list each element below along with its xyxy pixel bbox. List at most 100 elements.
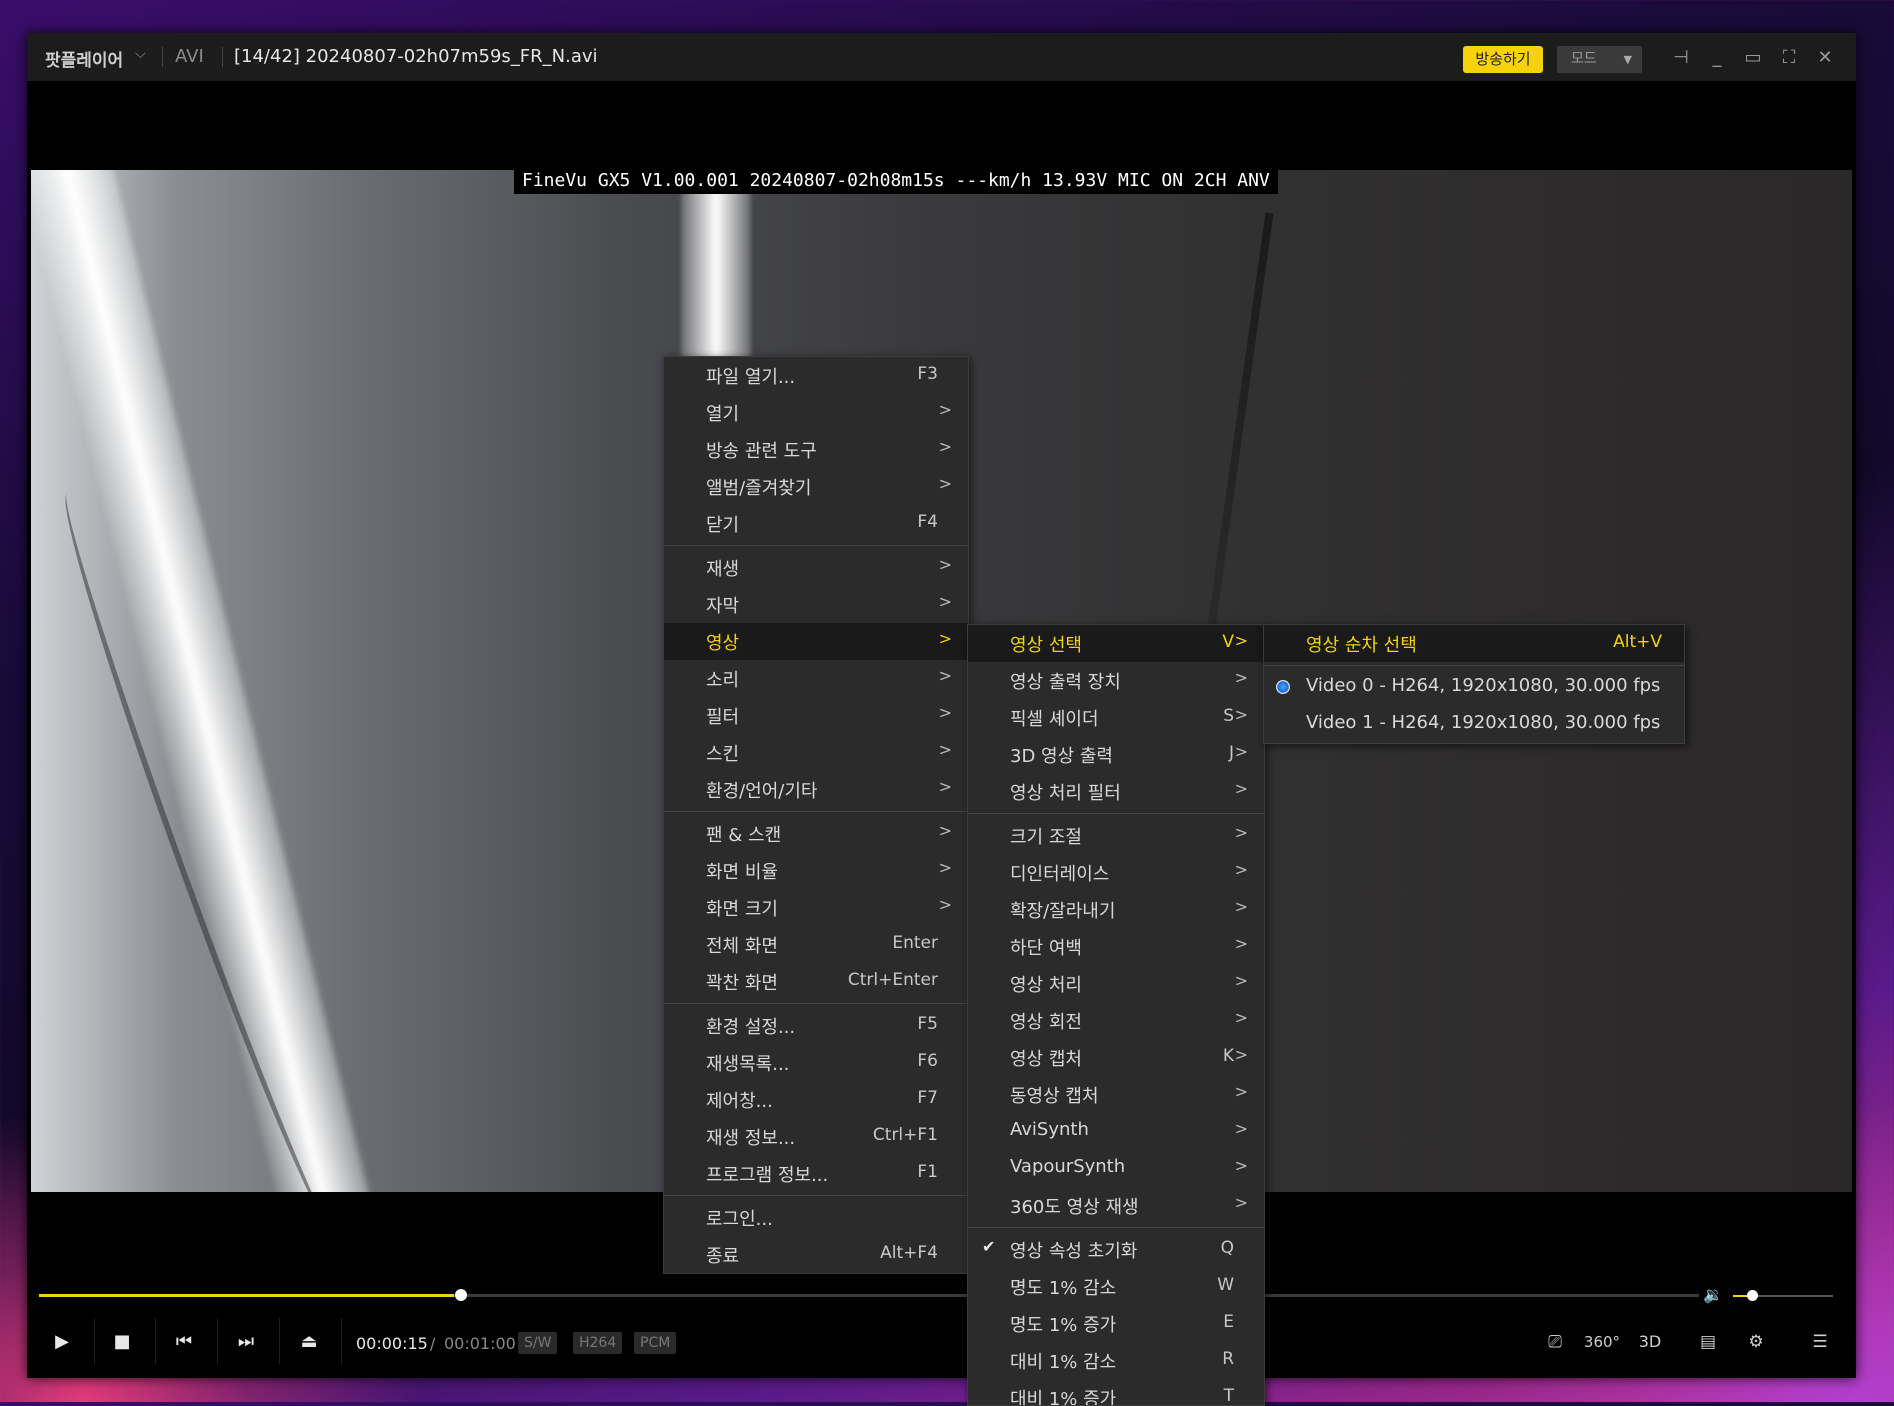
pin-icon[interactable]: ⊣ (1668, 45, 1694, 71)
select_menu-item[interactable]: Video 0 - H264, 1920x1080, 30.000 fps (1264, 669, 1684, 706)
main_menu-item[interactable]: 앨범/즐겨찾기 > (664, 468, 968, 505)
video_menu-item-label: 영상 캡처 (1010, 1049, 1082, 1070)
video_menu-item[interactable]: 영상 처리 > (968, 965, 1264, 1002)
video_menu-item[interactable]: 크기 조절 > (968, 817, 1264, 854)
main_menu-item[interactable]: 화면 비율 > (664, 852, 968, 889)
main_menu-item[interactable]: 화면 크기 > (664, 889, 968, 926)
video_menu-item[interactable]: 동영상 캡처 > (968, 1076, 1264, 1113)
main_menu-item[interactable]: 제어창... F7 (664, 1081, 968, 1118)
submenu-arrow-icon: > (1234, 1193, 1248, 1212)
decoder-badge[interactable]: S/W (518, 1332, 558, 1354)
main_menu-item[interactable]: 열기 > (664, 394, 968, 431)
video_menu-item[interactable]: VapourSynth > (968, 1150, 1264, 1187)
submenu-arrow-icon: > (1234, 742, 1248, 761)
main_menu-item-shortcut: F7 (917, 1088, 938, 1108)
main_menu-item[interactable]: 꽉찬 화면 Ctrl+Enter (664, 963, 968, 1000)
seek-handle[interactable] (455, 1289, 467, 1301)
video_menu-item[interactable]: ✔ 영상 속성 초기화 Q (968, 1231, 1264, 1268)
main_menu-item[interactable]: 프로그램 정보... F1 (664, 1155, 968, 1192)
video_menu-item[interactable]: 명도 1% 감소 W (968, 1268, 1264, 1305)
main_menu-item[interactable]: 소리 > (664, 660, 968, 697)
close-icon[interactable]: ✕ (1812, 45, 1838, 71)
video_menu-item[interactable]: 하단 여백 > (968, 928, 1264, 965)
video_menu-item[interactable]: 영상 캡처 K > (968, 1039, 1264, 1076)
minimize-icon[interactable]: _ (1704, 45, 1730, 71)
main_menu-item-label: 닫기 (706, 515, 740, 536)
submenu-arrow-icon: > (938, 777, 952, 796)
video_menu-item-label: 영상 속성 초기화 (1010, 1241, 1138, 1262)
main_menu-item[interactable]: 영상 > (664, 623, 968, 660)
main_menu-item[interactable]: 환경 설정... F5 (664, 1007, 968, 1044)
video-codec-badge[interactable]: H264 (573, 1332, 623, 1354)
main_menu-item[interactable]: 로그인... (664, 1199, 968, 1236)
video_menu-item[interactable]: 360도 영상 재생 > (968, 1187, 1264, 1224)
video-light-streak (31, 170, 389, 1192)
video_menu-item-shortcut: J (1228, 743, 1234, 763)
main_menu-item[interactable]: 환경/언어/기타 > (664, 771, 968, 808)
video_menu-item[interactable]: 디인터레이스 > (968, 854, 1264, 891)
video_menu-item-shortcut: R (1222, 1349, 1234, 1369)
divider (94, 1318, 95, 1364)
vr360-icon[interactable]: 360° (1582, 1322, 1622, 1362)
previous-button[interactable]: ⏮ (160, 1322, 208, 1362)
video-select-submenu: 영상 순차 선택 Alt+V Video 0 - H264, 1920x1080, … (1263, 624, 1685, 744)
menu-icon[interactable]: ☰ (1800, 1322, 1840, 1362)
title-bar: 팟플레이어 ⌵ AVI [14/42] 20240807-02h07m59s_F… (27, 33, 1856, 81)
video_menu-item[interactable]: 영상 처리 필터 > (968, 773, 1264, 810)
main_menu-item[interactable]: 종료 Alt+F4 (664, 1236, 968, 1273)
playlist-icon[interactable]: ▤ (1688, 1322, 1728, 1362)
video_menu-item[interactable]: 3D 영상 출력 J > (968, 736, 1264, 773)
current-time[interactable]: 00:00:15 (356, 1334, 428, 1353)
submenu-arrow-icon: > (1234, 934, 1248, 953)
select_menu-item[interactable]: 영상 순차 선택 Alt+V (1264, 625, 1684, 662)
video_menu-item[interactable]: 대비 1% 감소 R (968, 1342, 1264, 1379)
chevron-down-icon[interactable]: ⌵ (135, 46, 146, 62)
video_menu-item-label: 영상 출력 장치 (1010, 672, 1121, 693)
stereo-3d-icon[interactable]: 3D (1630, 1322, 1670, 1362)
broadcast-button[interactable]: 방송하기 (1463, 46, 1543, 73)
submenu-arrow-icon: > (938, 858, 952, 877)
video_menu-item-label: 3D 영상 출력 (1010, 746, 1113, 767)
file-title: [14/42] 20240807-02h07m59s_FR_N.avi (234, 46, 598, 67)
main_menu-item[interactable]: 팬 & 스캔 > (664, 815, 968, 852)
main_menu-item-shortcut: F3 (917, 364, 938, 384)
play-button[interactable]: ▶ (38, 1322, 86, 1362)
select_menu-item[interactable]: Video 1 - H264, 1920x1080, 30.000 fps (1264, 706, 1684, 743)
submenu-arrow-icon: > (1234, 823, 1248, 842)
main_menu-item[interactable]: 전체 화면 Enter (664, 926, 968, 963)
audio-codec-badge[interactable]: PCM (634, 1332, 677, 1354)
volume-icon[interactable]: 🔉 (1703, 1285, 1723, 1304)
main_menu-item[interactable]: 방송 관련 도구 > (664, 431, 968, 468)
main_menu-item-label: 제어창... (706, 1091, 773, 1112)
video_menu-item[interactable]: 영상 선택 V > (968, 625, 1264, 662)
app-menu-button[interactable]: 팟플레이어 (45, 46, 123, 71)
main_menu-item[interactable]: 재생 정보... Ctrl+F1 (664, 1118, 968, 1155)
gear-icon[interactable]: ⚙ (1736, 1322, 1776, 1362)
video_menu-item[interactable]: 픽셀 셰이더 S > (968, 699, 1264, 736)
main_menu-item[interactable]: 재생 > (664, 549, 968, 586)
main_menu-item[interactable]: 스킨 > (664, 734, 968, 771)
eject-button[interactable]: ⏏ (285, 1322, 333, 1362)
video_menu-item[interactable]: 확장/잘라내기 > (968, 891, 1264, 928)
main_menu-item-label: 종료 (706, 1246, 740, 1267)
main_menu-item[interactable]: 파일 열기... F3 (664, 357, 968, 394)
video_menu-item[interactable]: 영상 회전 > (968, 1002, 1264, 1039)
mode-dropdown[interactable]: 모드 ▼ (1557, 46, 1642, 73)
fullscreen-icon[interactable]: ⛶ (1776, 45, 1802, 71)
main_menu-item[interactable]: 필터 > (664, 697, 968, 734)
main_menu-item[interactable]: 닫기 F4 (664, 505, 968, 542)
main_menu-item[interactable]: 재생목록... F6 (664, 1044, 968, 1081)
stop-button[interactable]: ■ (98, 1322, 146, 1362)
divider (162, 47, 163, 67)
total-time[interactable]: 00:01:00 (444, 1334, 516, 1353)
video_menu-item[interactable]: 명도 1% 증가 E (968, 1305, 1264, 1342)
video_menu-item[interactable]: AviSynth > (968, 1113, 1264, 1150)
cast-icon[interactable]: ⎚ (1535, 1322, 1575, 1362)
next-button[interactable]: ⏭ (222, 1322, 270, 1362)
maximize-icon[interactable]: ▭ (1740, 45, 1766, 71)
main_menu-item[interactable]: 자막 > (664, 586, 968, 623)
video_menu-item[interactable]: 영상 출력 장치 > (968, 662, 1264, 699)
mode-label: 모드 (1571, 51, 1597, 67)
volume-handle[interactable] (1747, 1290, 1758, 1301)
main_menu-item-label: 환경 설정... (706, 1017, 796, 1038)
